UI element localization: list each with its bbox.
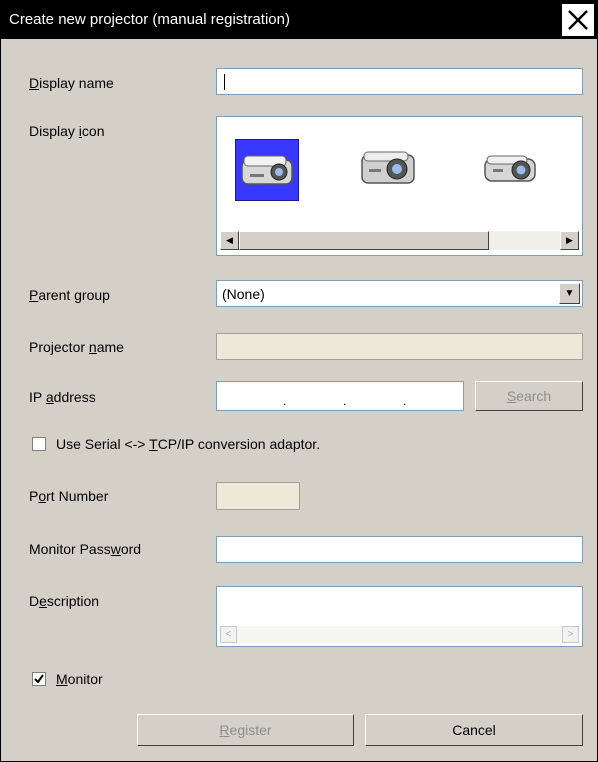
projector-icon [484, 155, 536, 182]
scroll-right-button[interactable]: ▶ [560, 231, 579, 250]
close-icon [568, 10, 588, 30]
projector-icon-2[interactable] [357, 139, 421, 201]
display-name-input[interactable] [216, 68, 583, 95]
parent-group-value: (None) [222, 286, 265, 302]
scroll-right-button[interactable]: > [562, 626, 579, 643]
projector-name-label: Projector name [29, 339, 124, 355]
display-icon-label: Display icon [29, 123, 105, 139]
ip-dot: . [343, 394, 347, 408]
create-projector-dialog: Create new projector (manual registratio… [0, 0, 598, 762]
monitor-password-label: Monitor Password [29, 541, 142, 557]
description-textarea[interactable]: < > [216, 586, 583, 647]
port-number-input[interactable] [216, 482, 300, 510]
window-title: Create new projector (manual registratio… [9, 11, 290, 28]
monitor-password-input[interactable] [216, 536, 583, 563]
arrow-right-icon: ▶ [566, 235, 573, 245]
ip-dot: . [283, 394, 287, 408]
parent-group-select[interactable]: (None) ▼ [216, 280, 583, 307]
display-name-label: Display name [29, 75, 114, 91]
scroll-left-button[interactable]: ◀ [220, 231, 239, 250]
scroll-left-button[interactable]: < [220, 626, 237, 643]
monitor-checkbox[interactable] [32, 672, 46, 686]
projector-icon [241, 155, 293, 185]
title-bar: Create new projector (manual registratio… [1, 1, 597, 39]
search-button[interactable]: Search [475, 381, 583, 411]
display-icon-list[interactable]: ◀ ▶ [216, 116, 583, 256]
parent-group-label: Parent group [29, 287, 110, 303]
description-scrollbar[interactable]: < > [220, 626, 579, 643]
port-number-label: Port Number [29, 488, 109, 504]
checkmark-icon [34, 674, 44, 684]
ip-address-input[interactable]: . . . [216, 381, 464, 411]
chevron-down-icon: ▼ [564, 288, 575, 299]
projector-icon-1[interactable] [235, 139, 299, 201]
description-label: Description [29, 593, 100, 609]
arrow-left-icon: < [225, 629, 232, 640]
register-button[interactable]: Register [137, 714, 354, 746]
dropdown-button[interactable]: ▼ [559, 283, 580, 304]
projector-icon-3[interactable] [479, 139, 543, 201]
arrow-right-icon: > [567, 629, 574, 640]
scroll-thumb[interactable] [239, 231, 489, 250]
icon-list-scrollbar[interactable]: ◀ ▶ [220, 231, 579, 250]
serial-adaptor-checkbox[interactable] [32, 437, 46, 451]
arrow-left-icon: ◀ [226, 235, 233, 245]
monitor-label[interactable]: Monitor [56, 671, 103, 687]
ip-address-label: IP address [29, 389, 96, 405]
projector-icon [361, 151, 415, 184]
ip-dot: . [403, 394, 407, 408]
text-cursor [224, 74, 225, 90]
serial-adaptor-label[interactable]: Use Serial <-> TCP/IP conversion adaptor… [56, 436, 320, 452]
close-button[interactable] [561, 3, 595, 37]
projector-name-input[interactable] [216, 333, 583, 360]
cancel-button[interactable]: Cancel [365, 714, 583, 746]
